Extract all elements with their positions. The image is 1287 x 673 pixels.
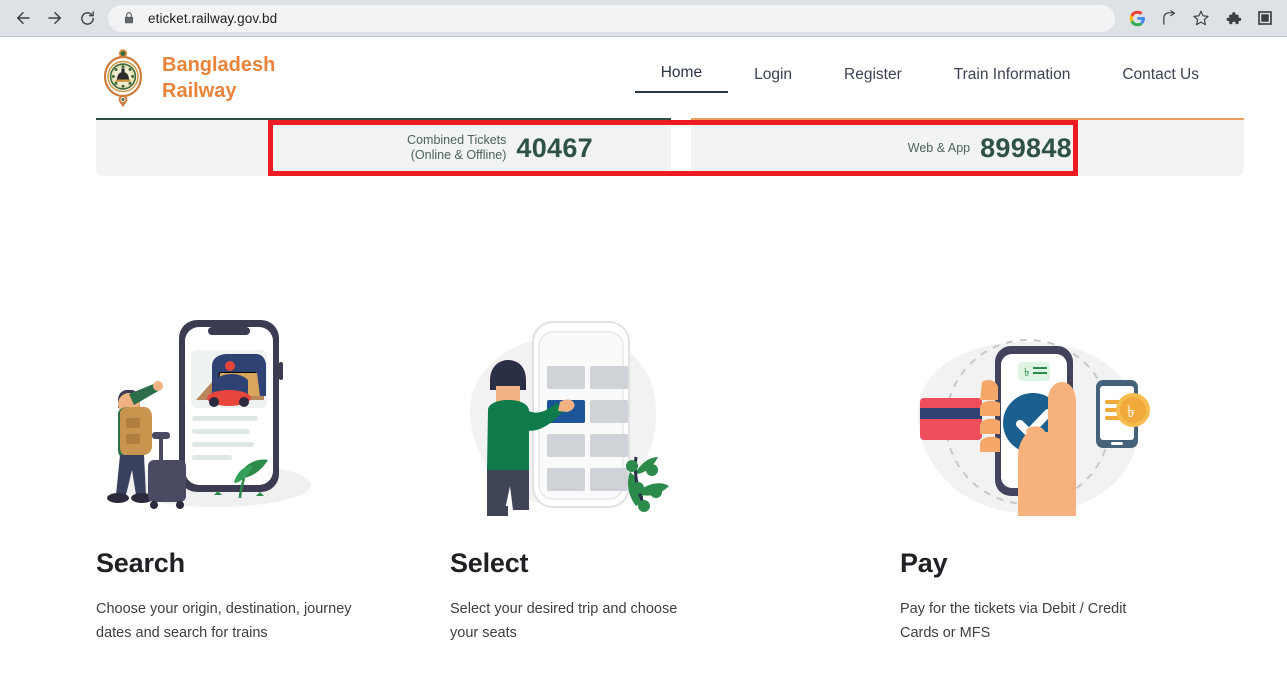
nav-item-home[interactable]: Home [634,64,729,93]
web-app-label-line-1: Web & App [907,140,971,155]
main-nav: Home Login Register Train Information Co… [634,64,1225,93]
brand-line-1: Bangladesh [162,54,276,76]
url-text: eticket.railway.gov.bd [148,10,278,26]
bookmark-star-icon[interactable] [1187,4,1215,32]
extensions-puzzle-icon[interactable] [1219,4,1247,32]
nav-item-login[interactable]: Login [728,66,818,93]
site-header: Bangladesh Railway Home Login Register T… [0,38,1287,118]
browser-toolbar: eticket.railway.gov.bd [0,0,1287,37]
reload-icon[interactable] [72,3,102,33]
nav-item-train-information[interactable]: Train Information [928,66,1097,93]
counter-divider [671,118,691,176]
web-app-counter: Web & App 899848 [691,118,1244,176]
feature-select-title: Select [450,548,529,578]
feature-pay-title: Pay [900,548,948,578]
features-section: Search Choose your origin, destination, … [0,300,1287,660]
brand-line-2: Railway [162,80,237,102]
nav-item-contact-us[interactable]: Contact Us [1096,66,1225,93]
web-app-value: 899848 [980,132,1072,163]
combined-tickets-counter: Combined Tickets (Online & Offline) 4046… [96,118,671,176]
combined-tickets-label: Combined Tickets (Online & Offline) [407,133,506,163]
feature-select-desc: Select your desired trip and choose your… [450,601,678,641]
feature-search-title: Search [96,548,185,578]
brand[interactable]: Bangladesh Railway [100,48,275,108]
forward-icon[interactable] [40,3,70,33]
bangladesh-railway-logo-icon [103,49,143,107]
feature-pay: ৳ ৳ Pay Pay for the tickets via Debit / … [900,300,1287,660]
combined-tickets-label-line-2: (Online & Offline) [410,148,507,162]
select-illustration-icon [450,300,900,530]
ticket-counter-strip: Combined Tickets (Online & Offline) 4046… [96,118,1244,176]
combined-tickets-value: 40467 [516,132,593,163]
pay-illustration-icon: ৳ ৳ [900,300,1287,530]
navigation-buttons [0,3,102,33]
svg-text:৳: ৳ [1024,367,1029,379]
combined-tickets-label-line-1: Combined Tickets [407,133,507,147]
google-icon[interactable] [1123,4,1151,32]
svg-text:৳: ৳ [1127,404,1135,421]
toolbar-actions [1123,4,1287,32]
lock-icon [124,12,134,24]
nav-item-register[interactable]: Register [818,66,928,93]
back-icon[interactable] [8,3,38,33]
share-icon[interactable] [1155,4,1183,32]
feature-search: Search Choose your origin, destination, … [0,300,450,660]
brand-name: Bangladesh Railway [162,52,275,104]
web-app-label: Web & App [908,141,970,156]
address-bar[interactable]: eticket.railway.gov.bd [108,4,1115,32]
feature-select: Select Select your desired trip and choo… [450,300,900,660]
feature-search-desc: Choose your origin, destination, journey… [96,601,352,641]
profile-icon[interactable] [1251,4,1279,32]
search-illustration-icon [96,300,450,530]
feature-pay-desc: Pay for the tickets via Debit / Credit C… [900,601,1127,641]
